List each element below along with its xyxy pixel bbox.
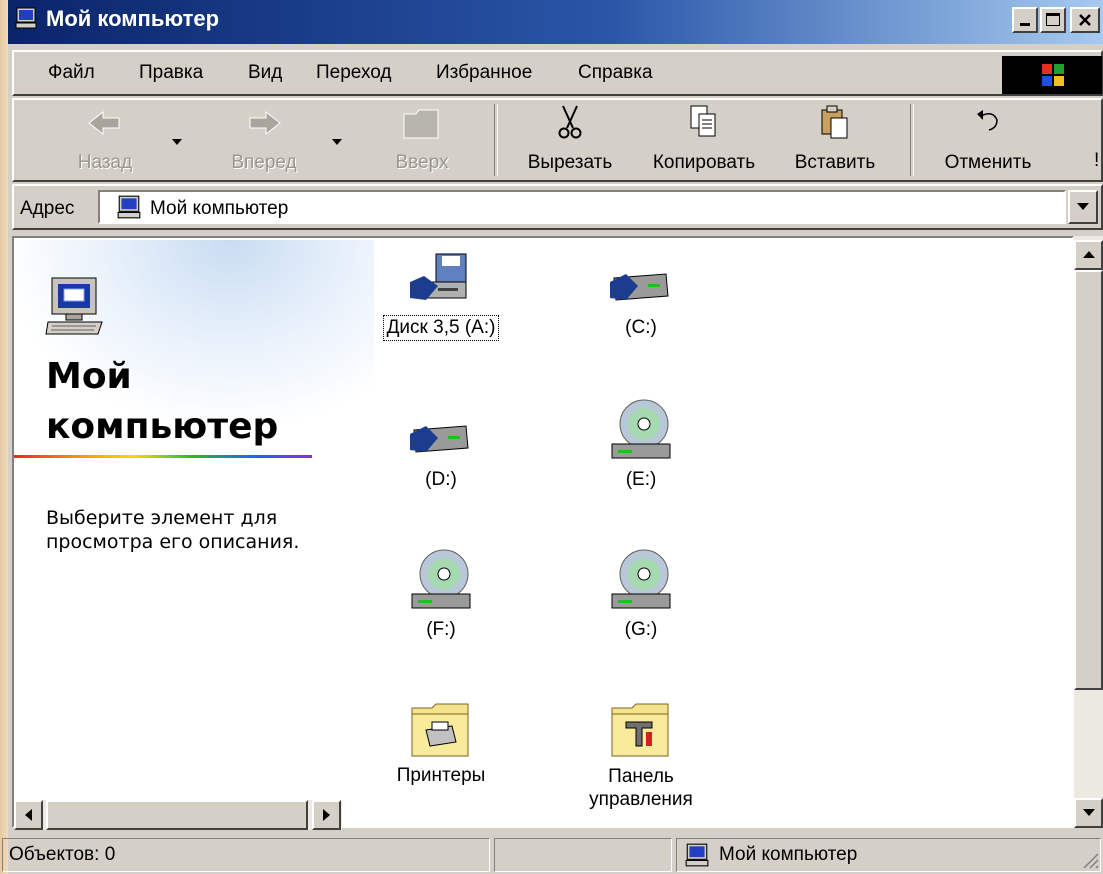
cd-drive-icon (611, 549, 671, 609)
paste-button[interactable]: Вставить (782, 104, 888, 180)
webview-description: Выберите элемент для просмотра его описа… (46, 507, 300, 553)
drive-f-label: (F:) (426, 619, 456, 640)
my-computer-icon (685, 843, 709, 867)
menu-go[interactable]: Переход (316, 62, 391, 84)
printers-folder-icon (411, 703, 469, 757)
undo-icon (977, 110, 998, 131)
up-label: Вверх (395, 152, 449, 173)
toolbar-overflow[interactable]: ! (1094, 150, 1099, 172)
chevron-left-icon (24, 809, 32, 821)
drive-d[interactable]: (D:) (356, 420, 526, 492)
back-dropdown-arrow-icon[interactable] (172, 132, 182, 150)
forward-button[interactable]: Вперед (204, 104, 324, 180)
drive-a[interactable]: Диск 3,5 (A:) (356, 252, 526, 341)
cut-button[interactable]: Вырезать (512, 104, 628, 180)
copy-label: Копировать (652, 152, 756, 173)
chevron-down-icon (1077, 203, 1089, 210)
drive-a-label: Диск 3,5 (A:) (382, 315, 500, 341)
drive-c-label: (C:) (625, 317, 657, 338)
forward-label: Вперед (231, 152, 297, 173)
my-computer-icon (15, 7, 37, 29)
webview-title-line2: компьютер (46, 406, 279, 447)
copy-button[interactable]: Копировать (638, 104, 770, 180)
my-computer-icon (117, 195, 141, 219)
windows-flag-icon (1042, 64, 1064, 86)
paste-icon (821, 105, 848, 139)
hard-drive-icon (610, 273, 669, 301)
minimize-icon (1020, 23, 1030, 26)
chevron-down-icon (1082, 809, 1095, 816)
cd-drive-icon (411, 549, 471, 609)
scroll-up-button[interactable] (1074, 240, 1103, 270)
drive-c[interactable]: (C:) (556, 268, 726, 340)
address-dropdown-button[interactable] (1068, 190, 1098, 224)
drive-f[interactable]: (F:) (356, 548, 526, 642)
desktop-edge (0, 0, 8, 874)
control-panel-label: Панель управления (556, 764, 726, 812)
minimize-button[interactable] (1012, 7, 1038, 33)
undo-button[interactable]: Отменить (930, 104, 1046, 180)
control-panel-label-line1: Панель (608, 766, 674, 787)
control-panel-folder-icon (611, 703, 669, 757)
close-icon (1079, 14, 1091, 26)
windows-logo (1002, 56, 1102, 94)
back-button[interactable]: Назад (50, 104, 160, 180)
address-label: Адрес (20, 198, 75, 219)
my-computer-large-icon (45, 277, 103, 335)
drive-g[interactable]: (G:) (556, 548, 726, 642)
printers-label: Принтеры (396, 765, 486, 786)
cut-label: Вырезать (527, 152, 613, 173)
control-panel-label-line2: управления (589, 789, 693, 810)
back-label: Назад (77, 152, 133, 173)
menu-edit[interactable]: Правка (139, 62, 203, 84)
printers-folder[interactable]: Принтеры (356, 700, 526, 788)
webview-title-line1: Мой (46, 356, 132, 397)
chevron-right-icon (322, 809, 330, 821)
menu-favorites[interactable]: Избранное (436, 62, 532, 84)
undo-label: Отменить (944, 152, 1032, 173)
forward-arrow-icon (249, 110, 281, 136)
vertical-scroll-thumb[interactable] (1074, 270, 1103, 690)
scroll-left-button[interactable] (14, 800, 43, 830)
scroll-down-button[interactable] (1074, 798, 1103, 828)
toolbar-separator (910, 104, 914, 176)
folder-up-icon (403, 109, 439, 139)
back-arrow-icon (88, 110, 120, 136)
webview-title: Мой компьютер (46, 352, 278, 452)
drive-e[interactable]: (E:) (556, 398, 726, 492)
close-button[interactable] (1070, 7, 1100, 33)
scroll-right-button[interactable] (312, 800, 341, 830)
hard-drive-icon (410, 425, 469, 453)
window-title: Мой компьютер (46, 6, 220, 31)
drive-d-label: (D:) (425, 469, 457, 490)
drive-e-label: (E:) (625, 469, 657, 490)
maximize-button[interactable] (1040, 7, 1066, 33)
chevron-up-icon (1082, 251, 1095, 258)
horizontal-scroll-thumb[interactable] (46, 800, 308, 830)
toolbar-separator (494, 104, 498, 176)
resize-grip-icon[interactable] (1080, 850, 1100, 870)
up-button[interactable]: Вверх (372, 104, 472, 180)
webview-divider (14, 455, 312, 458)
forward-dropdown-arrow-icon[interactable] (332, 132, 342, 150)
address-value: Мой компьютер (150, 198, 289, 219)
scissors-icon (558, 105, 582, 139)
status-empty-panel (494, 838, 672, 872)
drive-g-label: (G:) (624, 619, 658, 640)
paste-label: Вставить (794, 152, 876, 173)
control-panel-folder[interactable]: Панель управления (556, 700, 726, 812)
status-location: Мой компьютер (676, 838, 1101, 872)
status-objects: Объектов: 0 (2, 838, 490, 872)
copy-icon (690, 105, 716, 137)
menu-view[interactable]: Вид (248, 62, 282, 84)
menu-help[interactable]: Справка (578, 62, 653, 84)
maximize-icon (1046, 13, 1060, 26)
cd-drive-icon (611, 399, 671, 459)
menu-file[interactable]: Файл (48, 62, 95, 84)
floppy-drive-icon (410, 253, 467, 300)
